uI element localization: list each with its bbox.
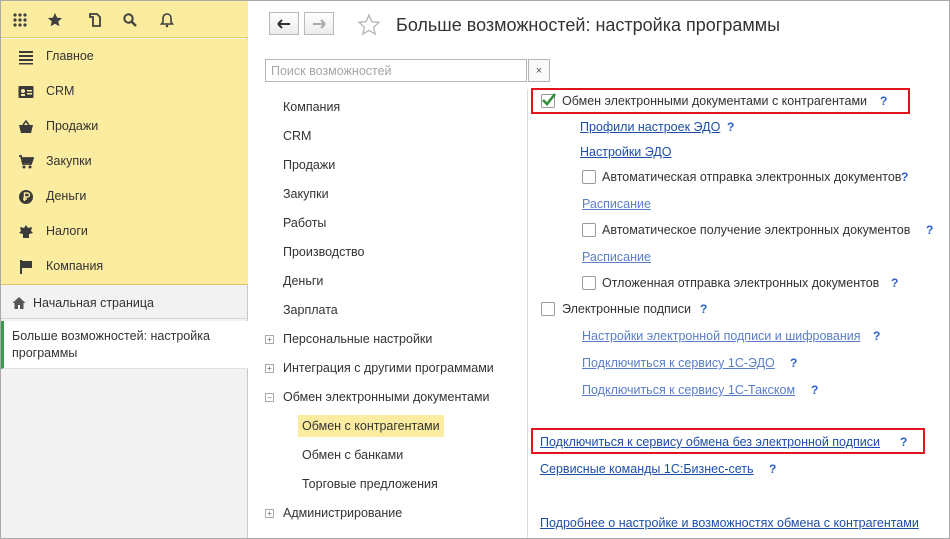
e-signatures-checkbox[interactable]: [541, 302, 555, 316]
tree-item[interactable]: Торговые предложения: [302, 473, 438, 495]
tree-item[interactable]: Зарплата: [283, 299, 338, 321]
favorite-star-icon[interactable]: [357, 13, 381, 37]
section-sales[interactable]: Продажи: [1, 109, 248, 144]
section-label: CRM: [46, 84, 75, 98]
section-money[interactable]: Деньги: [1, 179, 248, 214]
signature-settings-link[interactable]: Настройки электронной подписи и шифрован…: [582, 329, 861, 343]
money-coin-icon: [18, 189, 34, 205]
section-label: Продажи: [46, 119, 99, 133]
purchases-cart-icon: [18, 154, 35, 170]
section-taxes[interactable]: Налоги: [1, 214, 248, 249]
help-icon[interactable]: ?: [880, 94, 887, 108]
section-label: Закупки: [46, 154, 92, 168]
tree-item[interactable]: Обмен электронными документами: [283, 386, 489, 408]
help-icon[interactable]: ?: [901, 170, 908, 184]
tree-item[interactable]: Продажи: [283, 154, 335, 176]
expand-toggle[interactable]: +: [265, 509, 274, 518]
section-label: Налоги: [46, 224, 88, 238]
options-panel: Обмен электронными документами с контраг…: [528, 1, 949, 538]
auto-receive-label: Автоматическое получение электронных док…: [602, 223, 911, 237]
home-label: Начальная страница: [33, 296, 154, 310]
company-flag-icon: [18, 259, 34, 275]
schedule-link[interactable]: Расписание: [582, 197, 651, 211]
service-commands-link[interactable]: Сервисные команды 1С:Бизнес-сеть: [540, 462, 754, 476]
e-signatures-label: Электронные подписи: [562, 302, 691, 316]
help-icon[interactable]: ?: [769, 462, 776, 476]
tree-item[interactable]: Обмен с банками: [302, 444, 403, 466]
connect-1c-edo-link[interactable]: Подключиться к сервису 1С-ЭДО: [582, 356, 775, 370]
section-company[interactable]: Компания: [1, 249, 248, 284]
sales-basket-icon: [18, 119, 34, 135]
collapse-toggle[interactable]: −: [265, 393, 274, 402]
section-label: Деньги: [46, 189, 87, 203]
expand-toggle[interactable]: +: [265, 335, 274, 344]
tree-item-selected[interactable]: Обмен с контрагентами: [298, 415, 444, 437]
deferred-send-label: Отложенная отправка электронных документ…: [602, 276, 880, 290]
arrow-left-icon: [277, 18, 290, 29]
notifications-bell-icon[interactable]: [156, 9, 178, 31]
help-icon[interactable]: ?: [926, 223, 933, 237]
more-info-link[interactable]: Подробнее о настройке и возможностях обм…: [540, 516, 919, 530]
auto-send-label: Автоматическая отправка электронных доку…: [602, 170, 902, 184]
open-window-tab[interactable]: Больше возможностей: настройка программы: [1, 321, 248, 369]
tree-item[interactable]: Интеграция с другими программами: [283, 357, 494, 379]
favorites-star-icon[interactable]: [44, 9, 66, 31]
connect-no-signature-link[interactable]: Подключиться к сервису обмена без электр…: [540, 435, 880, 449]
sidebar-toolbar: [1, 1, 248, 38]
section-crm[interactable]: CRM: [1, 74, 248, 109]
crm-card-icon: [18, 84, 34, 100]
help-icon[interactable]: ?: [811, 383, 818, 397]
edo-exchange-label: Обмен электронными документами с контраг…: [562, 94, 868, 108]
tree-item[interactable]: Деньги: [283, 270, 323, 292]
apps-grid-icon[interactable]: [9, 9, 31, 31]
arrow-right-icon: [313, 18, 326, 29]
help-icon[interactable]: ?: [900, 435, 907, 449]
edo-exchange-checkbox[interactable]: [541, 93, 557, 108]
help-icon[interactable]: ?: [873, 329, 880, 343]
home-icon: [12, 296, 26, 310]
tree-item[interactable]: Производство: [283, 241, 365, 263]
schedule-link[interactable]: Расписание: [582, 250, 651, 264]
tree-item[interactable]: Работы: [283, 212, 326, 234]
search-icon[interactable]: [119, 9, 141, 31]
auto-receive-checkbox[interactable]: [582, 223, 596, 237]
help-icon[interactable]: ?: [891, 276, 898, 290]
section-label: Главное: [46, 49, 94, 63]
deferred-send-checkbox[interactable]: [582, 276, 596, 290]
help-icon[interactable]: ?: [700, 302, 707, 316]
tree-item[interactable]: Компания: [283, 96, 340, 118]
sidebar: Главное CRM Продажи Закупки Деньги Налог…: [1, 1, 248, 538]
help-icon[interactable]: ?: [727, 120, 734, 134]
section-label: Компания: [46, 259, 104, 273]
auto-send-checkbox[interactable]: [582, 170, 596, 184]
sections-panel: Главное CRM Продажи Закупки Деньги Налог…: [1, 39, 248, 285]
checkmark-icon: [542, 93, 557, 106]
tree-item[interactable]: Персональные настройки: [283, 328, 432, 350]
main-menu-icon: [18, 49, 34, 65]
forward-button[interactable]: [304, 12, 334, 35]
taxes-emblem-icon: [18, 224, 34, 240]
section-purchases[interactable]: Закупки: [1, 144, 248, 179]
search-input[interactable]: [265, 59, 527, 82]
edo-settings-link[interactable]: Настройки ЭДО: [580, 145, 672, 159]
tree-item[interactable]: Закупки: [283, 183, 329, 205]
edo-profiles-link[interactable]: Профили настроек ЭДО: [580, 120, 720, 134]
open-tab-label: Больше возможностей: настройка программы: [12, 329, 210, 360]
history-icon[interactable]: [84, 9, 106, 31]
section-main[interactable]: Главное: [1, 39, 248, 74]
main-panel: Больше возможностей: настройка программы…: [249, 1, 949, 538]
tree-item[interactable]: Администрирование: [283, 502, 402, 524]
connect-1c-taxcom-link[interactable]: Подключиться к сервису 1С-Такском: [582, 383, 795, 397]
home-page-link[interactable]: Начальная страница: [1, 287, 248, 319]
tree-item[interactable]: CRM: [283, 125, 311, 147]
expand-toggle[interactable]: +: [265, 364, 274, 373]
back-button[interactable]: [269, 12, 299, 35]
help-icon[interactable]: ?: [790, 356, 797, 370]
